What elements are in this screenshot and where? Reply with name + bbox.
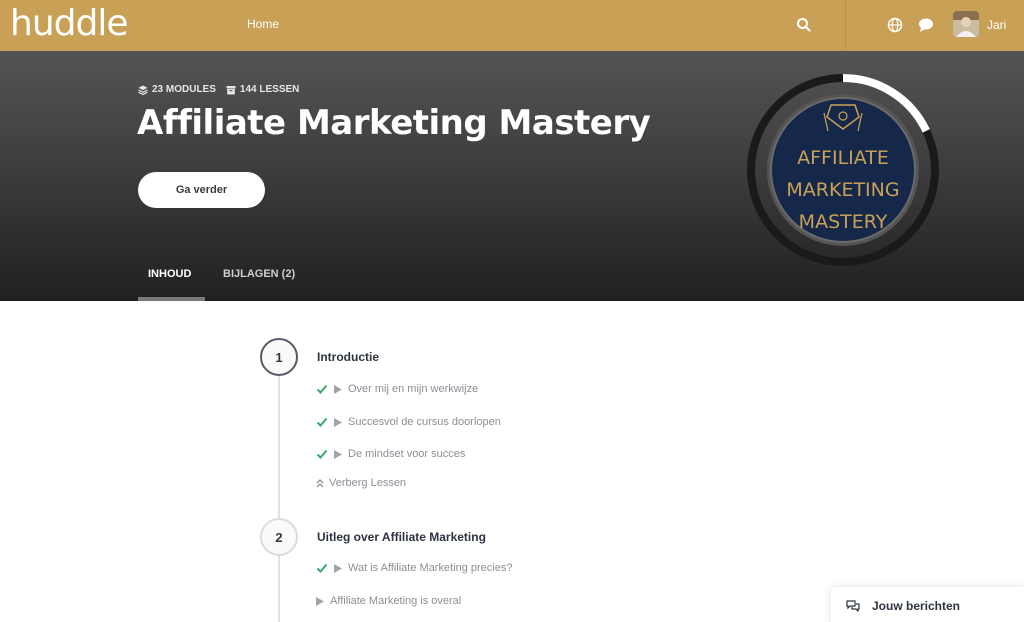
check-icon	[316, 384, 328, 394]
globe-icon[interactable]	[887, 17, 903, 33]
tab-bijlagen[interactable]: BIJLAGEN (2)	[223, 268, 295, 280]
lesson-item[interactable]: Wat is Affiliate Marketing precies?	[316, 560, 512, 576]
play-icon	[334, 384, 342, 394]
module-title-1[interactable]: Introductie	[317, 350, 379, 364]
lesson-item[interactable]: De mindset voor succes	[316, 446, 465, 462]
modules-count: 23 MODULES	[138, 84, 216, 95]
module-number-2: 2	[260, 518, 298, 556]
active-tab-indicator	[138, 297, 205, 301]
play-icon	[316, 596, 324, 606]
user-avatar[interactable]	[953, 11, 979, 37]
course-title: Affiliate Marketing Mastery	[137, 103, 651, 143]
check-icon	[316, 449, 328, 459]
play-icon	[334, 417, 342, 427]
timeline-line	[278, 376, 280, 622]
messages-widget[interactable]: Jouw berichten	[831, 587, 1024, 622]
badge-line-3: MASTERY	[799, 211, 888, 233]
top-navbar: huddle Home Jari	[0, 0, 1024, 51]
course-meta: 23 MODULES 144 LESSEN	[138, 84, 299, 95]
lesson-item[interactable]: Affiliate Marketing is overal	[316, 593, 461, 609]
lessons-count: 144 LESSEN	[226, 84, 299, 95]
huddle-logo[interactable]: huddle	[10, 4, 128, 44]
course-progress-ring: AFFILIATE MARKETING MASTERY	[747, 74, 939, 266]
check-icon	[316, 417, 328, 427]
play-icon	[334, 449, 342, 459]
lesson-item[interactable]: Over mij en mijn werkwijze	[316, 381, 478, 397]
badge-line-1: AFFILIATE	[797, 147, 889, 169]
chat-bubbles-icon	[846, 600, 860, 612]
badge-line-2: MARKETING	[786, 179, 899, 201]
module-number-1: 1	[260, 338, 298, 376]
tab-inhoud[interactable]: INHOUD	[148, 268, 191, 280]
nav-home-link[interactable]: Home	[247, 17, 279, 31]
course-hero: 23 MODULES 144 LESSEN Affiliate Marketin…	[0, 51, 1024, 301]
chevron-up-double-icon	[316, 478, 324, 487]
play-icon	[334, 563, 342, 573]
check-icon	[316, 563, 328, 573]
hide-lessons-toggle[interactable]: Verberg Lessen	[316, 477, 406, 489]
module-title-2[interactable]: Uitleg over Affiliate Marketing	[317, 530, 486, 544]
archive-icon	[226, 85, 236, 94]
lesson-item[interactable]: Succesvol de cursus doorlopen	[316, 414, 501, 430]
layers-icon	[138, 85, 148, 95]
nav-divider	[845, 0, 846, 51]
user-name[interactable]: Jari	[987, 18, 1006, 32]
search-icon[interactable]	[795, 16, 813, 34]
continue-button[interactable]: Ga verder	[138, 172, 265, 208]
chat-icon[interactable]	[917, 17, 935, 33]
